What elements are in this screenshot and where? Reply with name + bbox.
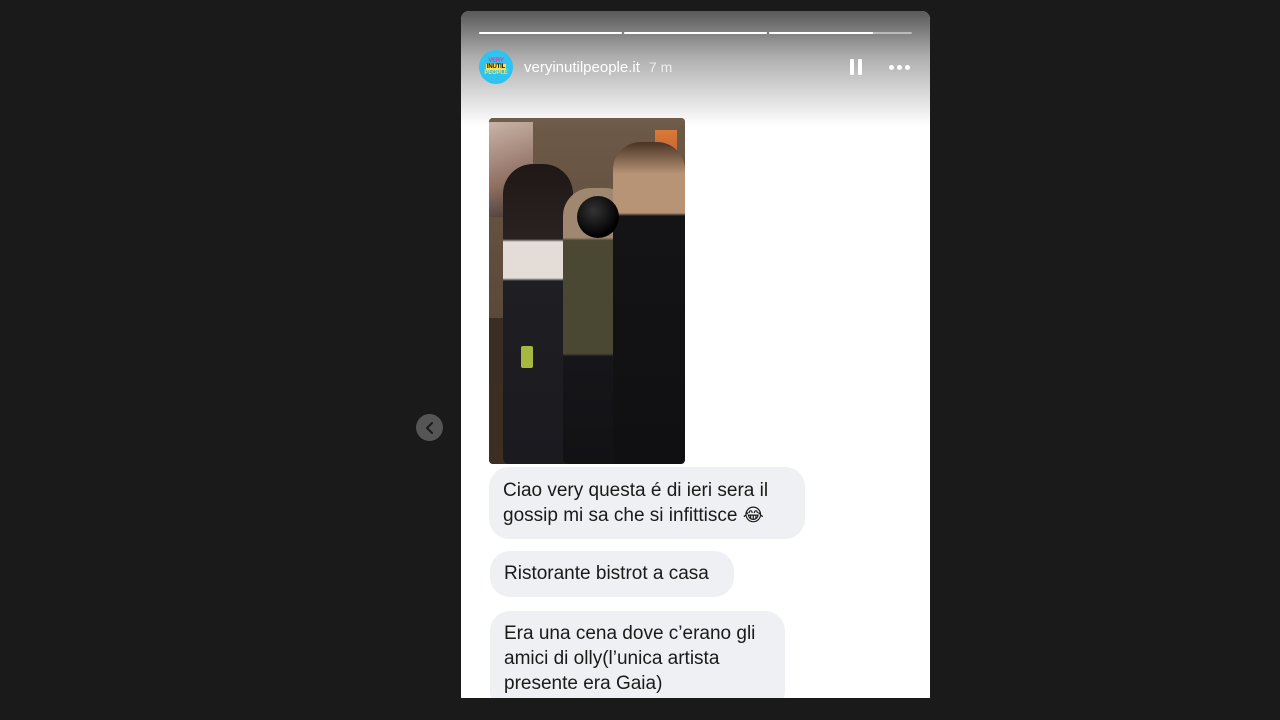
chevron-left-icon xyxy=(425,421,433,434)
censor-circle xyxy=(577,196,619,238)
pause-button[interactable] xyxy=(846,57,866,77)
shared-photo xyxy=(489,118,685,464)
progress-fill xyxy=(769,32,874,34)
progress-fill xyxy=(479,32,622,34)
more-options-icon xyxy=(888,64,894,70)
more-options-icon xyxy=(904,64,910,70)
time-ago: 7 m xyxy=(648,59,673,75)
more-options-button[interactable] xyxy=(886,57,912,77)
laughing-emoji: 😂 xyxy=(742,505,764,526)
avatar-text-line: PEOPLE xyxy=(484,70,508,76)
message-bubble: Era una cena dove c’erano gli amici di o… xyxy=(490,611,785,698)
username-link[interactable]: veryinutilpeople.it xyxy=(524,59,640,76)
more-options-icon xyxy=(896,64,902,70)
message-text: Era una cena dove c’erano gli amici di o… xyxy=(504,623,756,694)
story-header: VERY INUTIL PEOPLE veryinutilpeople.it 7… xyxy=(479,49,912,85)
previous-story-button[interactable] xyxy=(416,414,443,441)
progress-fill xyxy=(624,32,767,34)
pause-icon xyxy=(858,59,862,75)
profile-avatar[interactable]: VERY INUTIL PEOPLE xyxy=(479,50,513,84)
message-text: Ristorante bistrot a casa xyxy=(504,563,709,584)
pause-icon xyxy=(850,59,854,75)
story-progress xyxy=(479,32,912,34)
message-bubble: Ristorante bistrot a casa xyxy=(490,551,734,597)
story-viewer: Ciao very questa é di ieri sera il gossi… xyxy=(0,0,1280,720)
progress-segment xyxy=(769,32,912,34)
message-bubble: Ciao very questa é di ieri sera il gossi… xyxy=(489,467,805,539)
story-card[interactable]: Ciao very questa é di ieri sera il gossi… xyxy=(461,11,930,698)
person-right xyxy=(613,142,685,464)
message-text: Ciao very questa é di ieri sera il gossi… xyxy=(503,480,769,526)
progress-segment xyxy=(624,32,767,34)
drink-glass xyxy=(521,346,533,368)
progress-segment xyxy=(479,32,622,34)
